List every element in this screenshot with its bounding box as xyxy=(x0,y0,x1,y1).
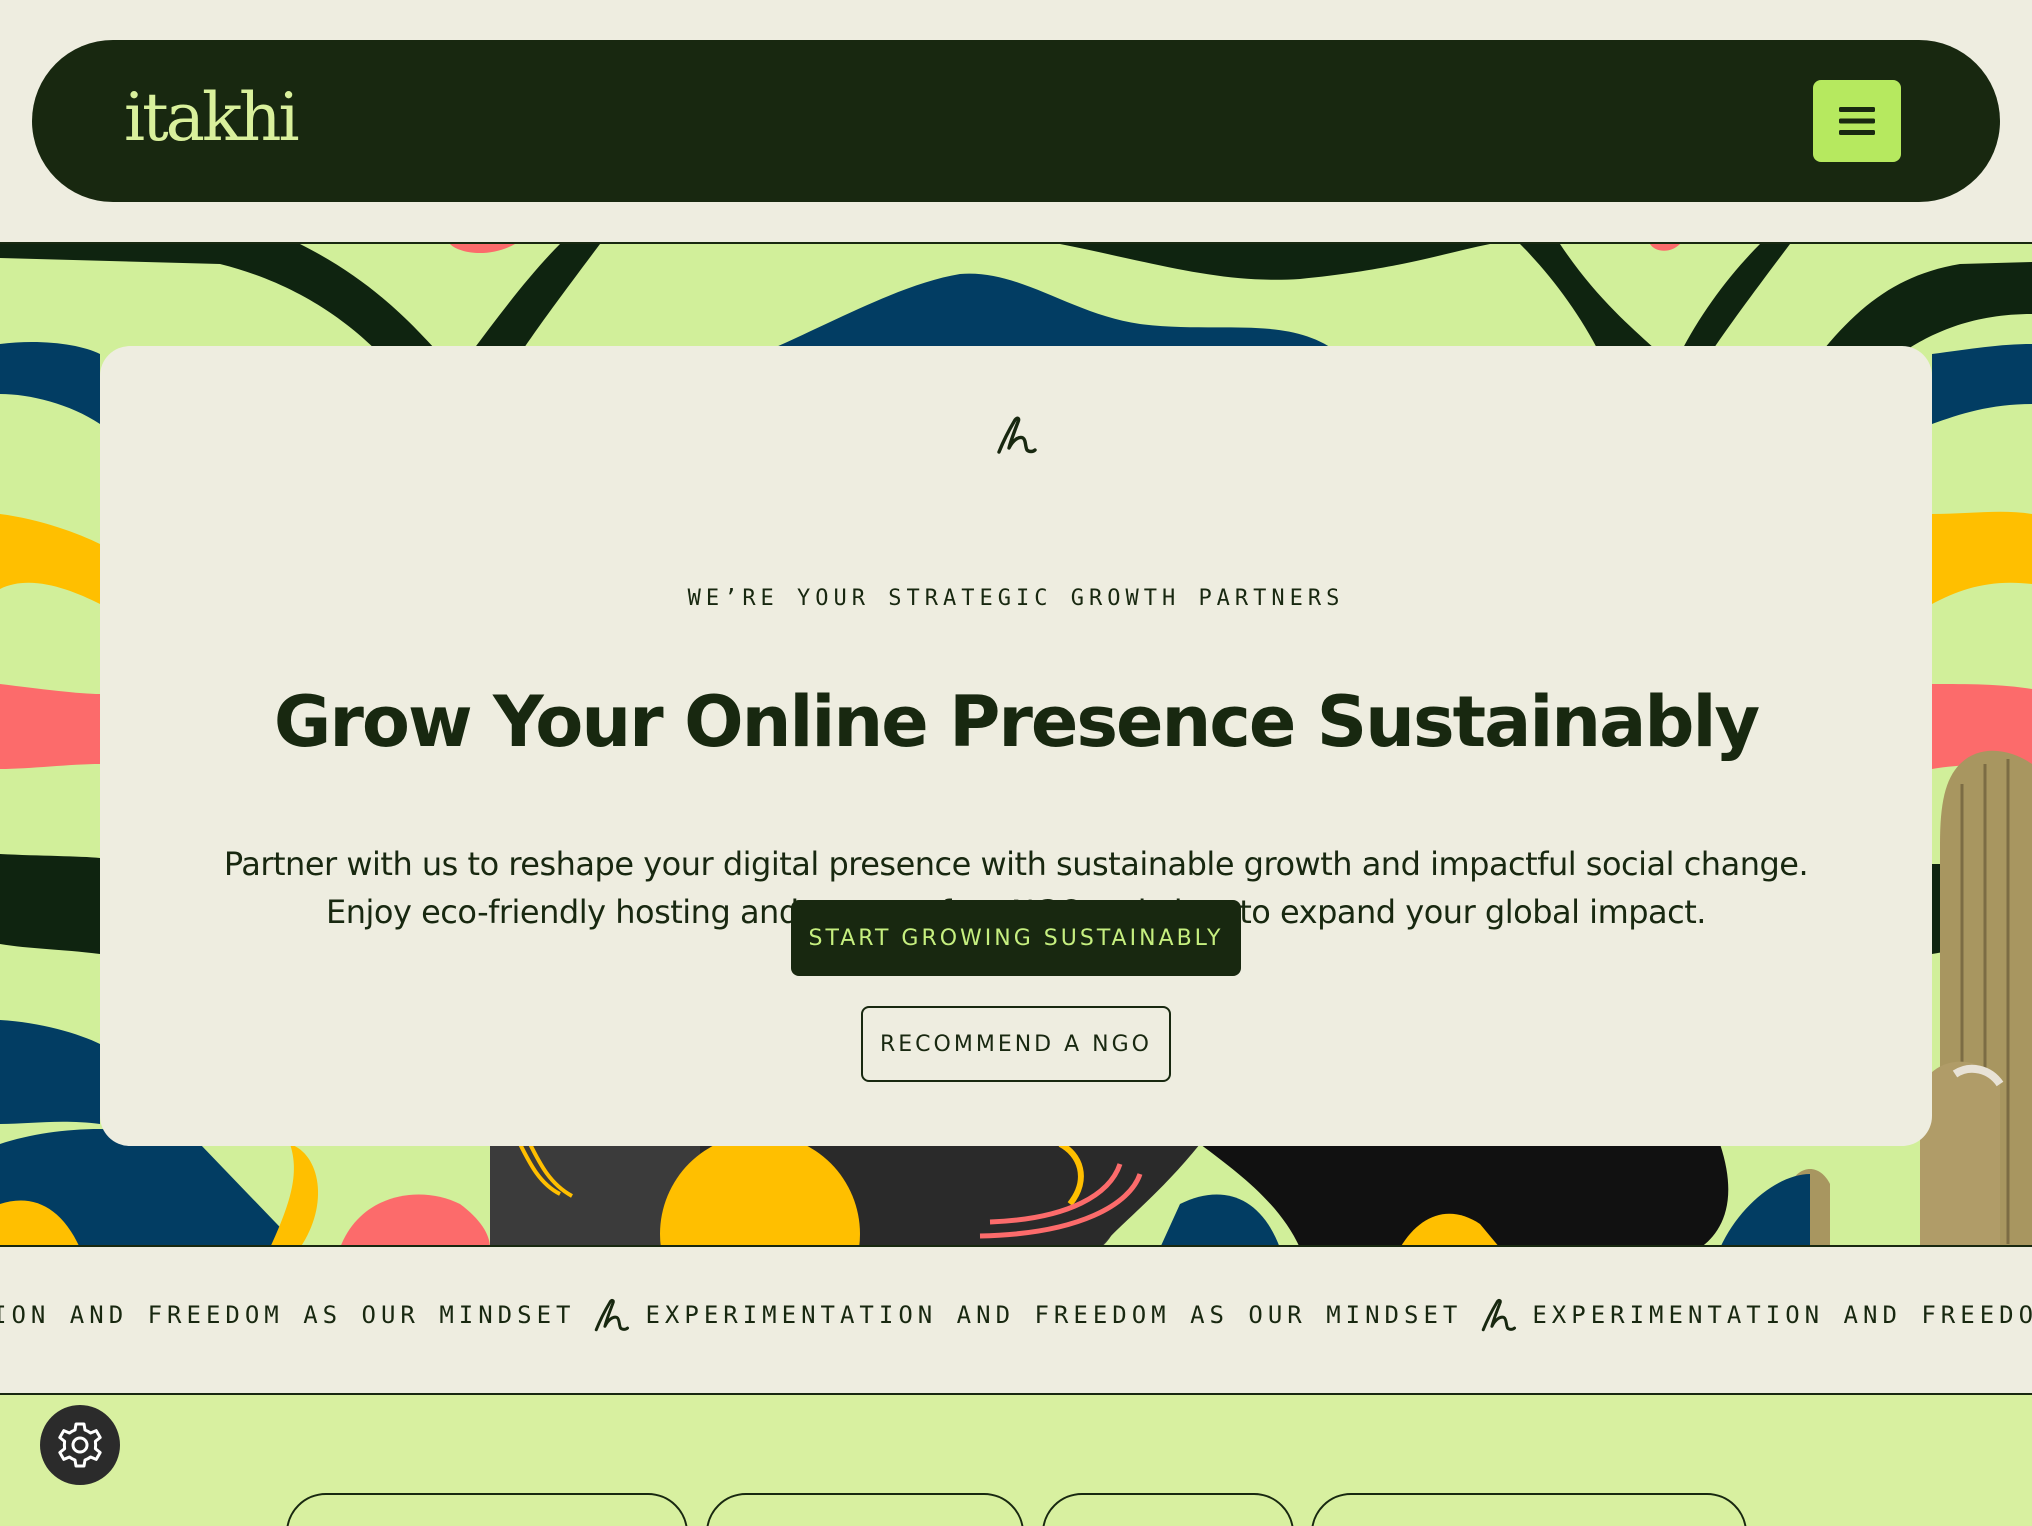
mindset-marquee: ION AND FREEDOM AS OUR MINDSET EXPERIMEN… xyxy=(0,1245,2032,1395)
hero-subtext-line-1: Partner with us to reshape your digital … xyxy=(223,845,1809,883)
category-pill[interactable] xyxy=(1311,1493,1747,1526)
marquee-item: ION AND FREEDOM AS OUR MINDSET xyxy=(0,1301,576,1329)
marquee-item: EXPERIMENTATION AND FREEDOM AS OUR MINDS… xyxy=(1532,1301,2032,1329)
marquee-track: ION AND FREEDOM AS OUR MINDSET EXPERIMEN… xyxy=(0,1295,2032,1335)
category-pill[interactable] xyxy=(1042,1493,1294,1526)
top-nav: itakhi xyxy=(32,40,2000,202)
category-pill[interactable] xyxy=(706,1493,1024,1526)
marquee-item: EXPERIMENTATION AND FREEDOM AS OUR MINDS… xyxy=(645,1301,1463,1329)
menu-button[interactable] xyxy=(1813,80,1901,162)
site-logo[interactable]: itakhi xyxy=(124,78,300,158)
lower-section xyxy=(0,1395,2032,1526)
hero-eyebrow: WE’RE YOUR STRATEGIC GROWTH PARTNERS xyxy=(687,586,1345,611)
hero-card: WE’RE YOUR STRATEGIC GROWTH PARTNERS Gro… xyxy=(100,346,1932,1146)
hamburger-icon xyxy=(1839,107,1875,135)
squiggle-icon xyxy=(997,416,1037,454)
hero-headline: Grow Your Online Presence Sustainably xyxy=(273,681,1760,763)
recommend-ngo-button[interactable]: RECOMMEND A NGO xyxy=(861,1006,1171,1082)
squiggle-icon xyxy=(1482,1298,1517,1332)
hero-section: WE’RE YOUR STRATEGIC GROWTH PARTNERS Gro… xyxy=(0,242,2032,1248)
cookie-settings-button[interactable] xyxy=(40,1405,120,1485)
gear-icon xyxy=(58,1422,102,1468)
category-pill[interactable] xyxy=(286,1493,688,1526)
squiggle-icon xyxy=(595,1298,630,1332)
start-growing-button[interactable]: START GROWING SUSTAINABLY xyxy=(791,900,1241,976)
